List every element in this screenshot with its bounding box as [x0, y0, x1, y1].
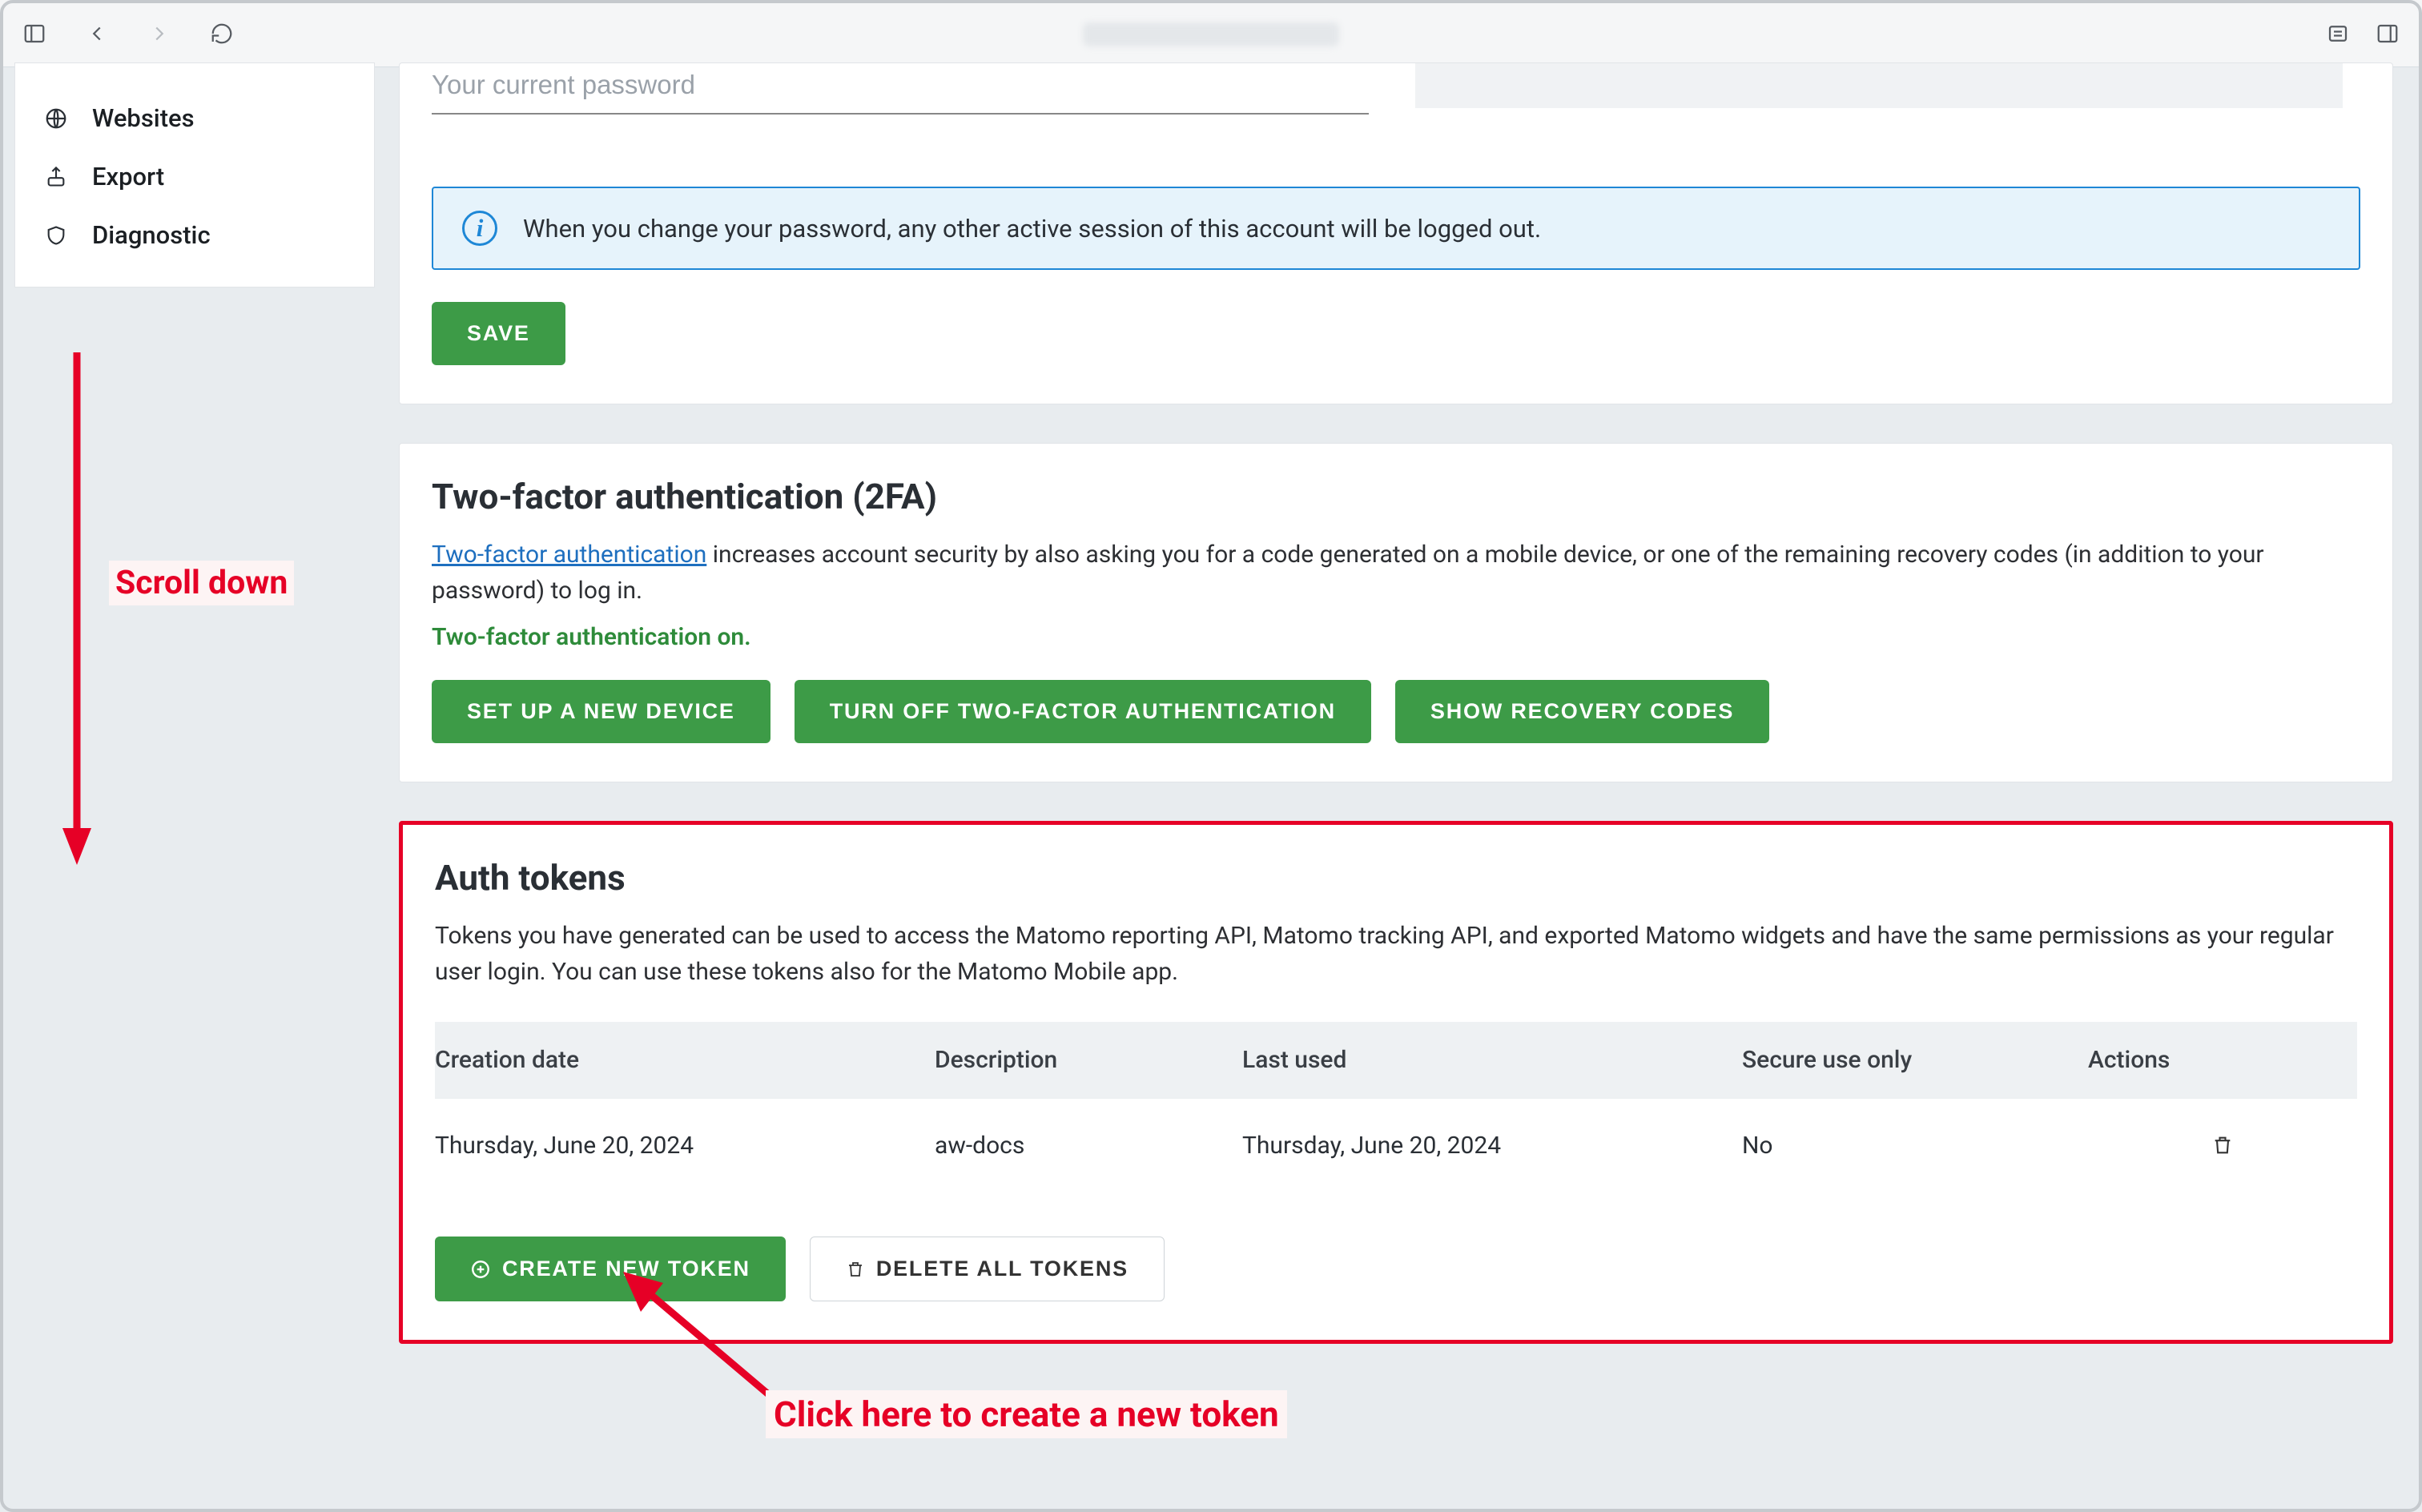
forward-icon	[146, 20, 173, 47]
info-text: When you change your password, any other…	[523, 214, 1541, 243]
sidebar-item-export[interactable]: Export	[15, 147, 374, 206]
td-secure: No	[1742, 1099, 2088, 1192]
th-secure: Secure use only	[1742, 1022, 2088, 1099]
info-icon: i	[462, 211, 497, 246]
th-last-used: Last used	[1242, 1022, 1742, 1099]
browser-toolbar	[0, 0, 2422, 67]
password-info-banner: i When you change your password, any oth…	[432, 187, 2360, 270]
tabs-icon[interactable]	[2374, 20, 2401, 47]
sidebar-item-label: Diagnostic	[92, 220, 211, 250]
annotation-scroll-arrow	[61, 352, 74, 857]
delete-all-tokens-label: Delete all tokens	[876, 1257, 1129, 1281]
annotation-click-text: Click here to create a new token	[766, 1390, 1287, 1438]
th-description: Description	[935, 1022, 1242, 1099]
tokens-description: Tokens you have generated can be used to…	[435, 918, 2357, 990]
tokens-table: Creation date Description Last used Secu…	[435, 1022, 2357, 1192]
main-content: i When you change your password, any oth…	[399, 62, 2393, 1382]
table-row: Thursday, June 20, 2024 aw-docs Thursday…	[435, 1099, 2357, 1192]
tfa-card: Two-factor authentication (2FA) Two-fact…	[399, 443, 2393, 782]
sidebar-item-label: Export	[92, 162, 164, 191]
delete-token-button[interactable]	[2205, 1128, 2240, 1163]
tfa-status: Two-factor authentication on.	[432, 623, 2360, 651]
reload-icon[interactable]	[208, 20, 235, 47]
td-creation-date: Thursday, June 20, 2024	[435, 1099, 935, 1192]
turn-off-2fa-button[interactable]: Turn off two-factor authentication	[795, 680, 1371, 743]
password-card: i When you change your password, any oth…	[399, 62, 2393, 404]
sidebar-item-diagnostic[interactable]: Diagnostic	[15, 206, 374, 264]
save-button[interactable]: Save	[432, 302, 565, 365]
th-creation-date: Creation date	[435, 1022, 935, 1099]
setup-device-button[interactable]: Set up a new device	[432, 680, 770, 743]
sidebar-item-label: Websites	[92, 103, 195, 133]
tfa-title: Two-factor authentication (2FA)	[432, 444, 2360, 517]
tfa-link[interactable]: Two-factor authentication	[432, 541, 706, 569]
export-icon	[42, 163, 70, 191]
tfa-description: Two-factor authentication increases acco…	[432, 537, 2360, 609]
tokens-title: Auth tokens	[435, 825, 2357, 899]
table-header-row: Creation date Description Last used Secu…	[435, 1022, 2357, 1099]
globe-icon	[42, 105, 70, 132]
share-icon[interactable]	[2324, 20, 2352, 47]
show-recovery-codes-button[interactable]: Show recovery codes	[1395, 680, 1769, 743]
td-last-used: Thursday, June 20, 2024	[1242, 1099, 1742, 1192]
sidebar-item-websites[interactable]: Websites	[15, 89, 374, 147]
tfa-desc-tail: increases account security by also askin…	[432, 541, 2264, 605]
th-actions: Actions	[2088, 1022, 2357, 1099]
disabled-field	[1415, 63, 2343, 108]
annotation-scroll-text: Scroll down	[109, 561, 294, 605]
sidebar: Websites Export Diagnostic	[14, 62, 375, 288]
back-icon[interactable]	[83, 20, 111, 47]
current-password-input[interactable]	[432, 63, 1369, 115]
url-bar[interactable]	[1083, 22, 1339, 46]
sidebar-toggle-icon[interactable]	[21, 20, 48, 47]
password-input-row	[432, 63, 2360, 115]
td-description: aw-docs	[935, 1099, 1242, 1192]
shield-icon	[42, 222, 70, 249]
delete-all-tokens-button[interactable]: Delete all tokens	[810, 1237, 1165, 1301]
